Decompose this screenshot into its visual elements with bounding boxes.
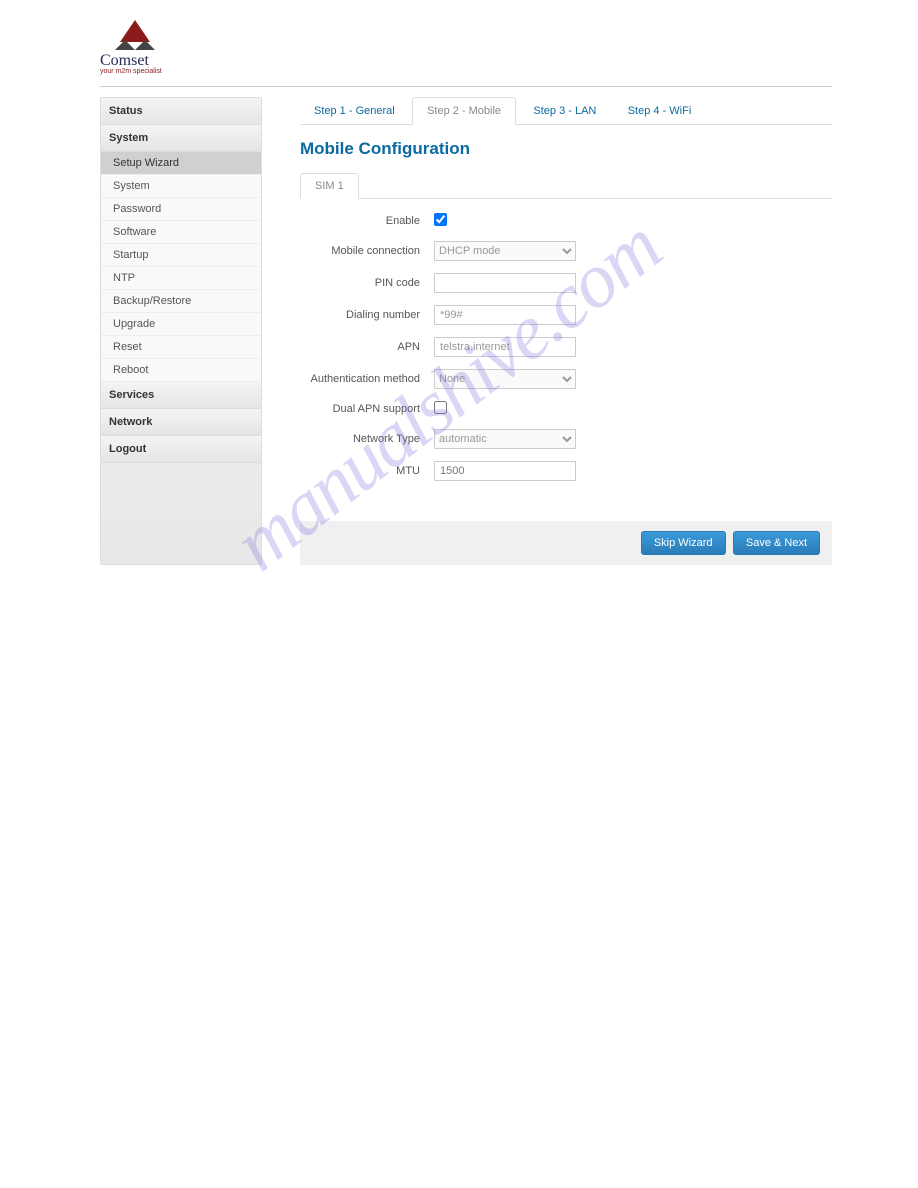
step-1-general[interactable]: Step 1 - General (300, 98, 409, 124)
step-3-lan[interactable]: Step 3 - LAN (519, 98, 610, 124)
apn-label: APN (300, 341, 434, 353)
sidebar-item-reboot[interactable]: Reboot (101, 359, 261, 382)
sidebar-item-backup-restore[interactable]: Backup/Restore (101, 290, 261, 313)
skip-wizard-button[interactable]: Skip Wizard (641, 531, 726, 555)
step-4-wifi[interactable]: Step 4 - WiFi (614, 98, 706, 124)
mobile-connection-select[interactable]: DHCP mode (434, 241, 576, 261)
dual-apn-label: Dual APN support (300, 403, 434, 415)
sidebar-section-status[interactable]: Status (101, 98, 261, 125)
logo-icon (115, 20, 155, 50)
sidebar: Status System Setup Wizard System Passwo… (100, 97, 262, 565)
sidebar-item-password[interactable]: Password (101, 198, 261, 221)
sidebar-item-reset[interactable]: Reset (101, 336, 261, 359)
logo: Comset your m2m specialist (100, 20, 162, 75)
dual-apn-checkbox[interactable] (434, 401, 447, 414)
wizard-steps: Step 1 - General Step 2 - Mobile Step 3 … (300, 97, 832, 125)
sidebar-item-setup-wizard[interactable]: Setup Wizard (101, 152, 261, 175)
apn-input[interactable] (434, 337, 576, 357)
sidebar-item-software[interactable]: Software (101, 221, 261, 244)
enable-checkbox[interactable] (434, 213, 447, 226)
sidebar-item-startup[interactable]: Startup (101, 244, 261, 267)
sidebar-section-logout[interactable]: Logout (101, 436, 261, 463)
dialing-number-input[interactable] (434, 305, 576, 325)
auth-method-select[interactable]: None (434, 369, 576, 389)
auth-method-label: Authentication method (300, 373, 434, 385)
enable-label: Enable (300, 215, 434, 227)
pin-code-input[interactable] (434, 273, 576, 293)
main-content: Step 1 - General Step 2 - Mobile Step 3 … (262, 97, 832, 565)
network-type-label: Network Type (300, 433, 434, 445)
sidebar-section-system[interactable]: System (101, 125, 261, 152)
subtab-row: SIM 1 (300, 173, 832, 199)
page-title: Mobile Configuration (300, 139, 832, 159)
mobile-connection-label: Mobile connection (300, 245, 434, 257)
sidebar-item-ntp[interactable]: NTP (101, 267, 261, 290)
network-type-select[interactable]: automatic (434, 429, 576, 449)
sidebar-section-services[interactable]: Services (101, 382, 261, 409)
mtu-label: MTU (300, 465, 434, 477)
sidebar-item-upgrade[interactable]: Upgrade (101, 313, 261, 336)
logo-tagline: your m2m specialist (100, 68, 162, 75)
sidebar-section-network[interactable]: Network (101, 409, 261, 436)
subtab-sim1[interactable]: SIM 1 (300, 173, 359, 199)
button-bar: Skip Wizard Save & Next (300, 521, 832, 565)
dialing-number-label: Dialing number (300, 309, 434, 321)
step-2-mobile[interactable]: Step 2 - Mobile (412, 97, 516, 125)
pin-code-label: PIN code (300, 277, 434, 289)
save-next-button[interactable]: Save & Next (733, 531, 820, 555)
sidebar-item-system[interactable]: System (101, 175, 261, 198)
mtu-input[interactable] (434, 461, 576, 481)
